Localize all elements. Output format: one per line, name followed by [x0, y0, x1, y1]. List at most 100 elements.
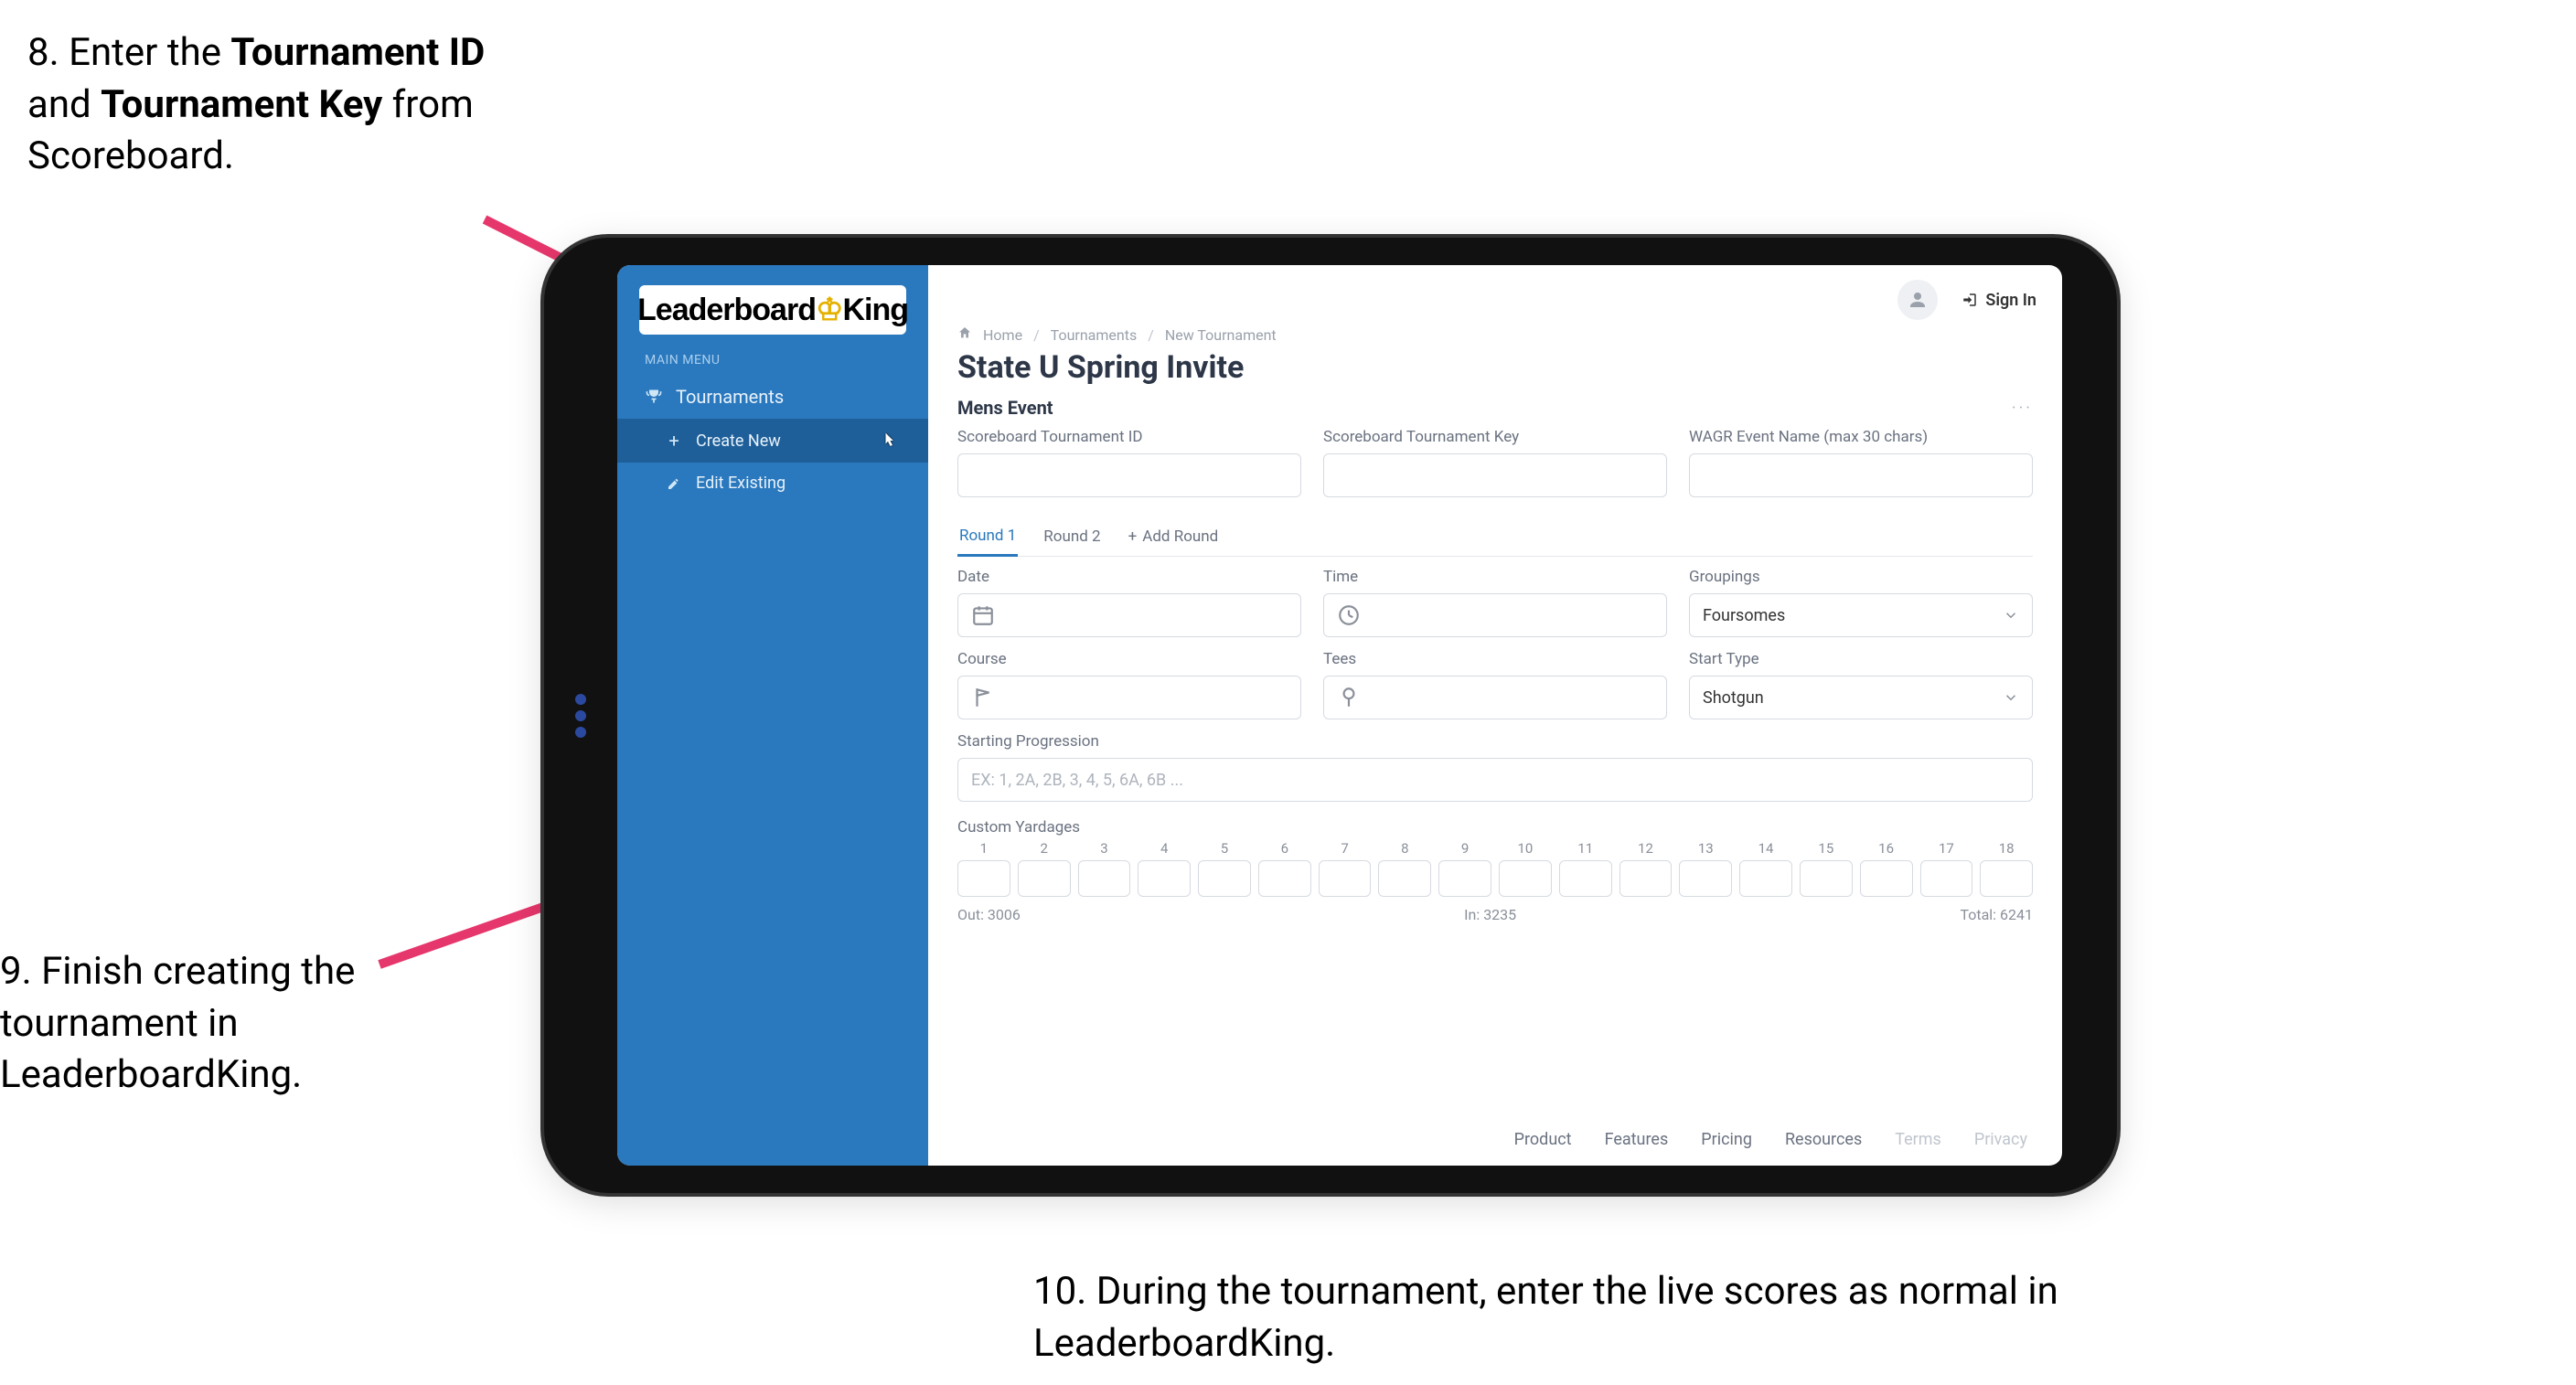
sign-in-label: Sign In	[1985, 291, 2036, 310]
field-label-time: Time	[1323, 568, 1667, 586]
plus-icon: +	[1128, 527, 1138, 546]
hole-yardage-input[interactable]	[1920, 860, 1973, 897]
hole-column: 5	[1198, 840, 1251, 897]
hole-column: 8	[1378, 840, 1431, 897]
breadcrumb-tournaments[interactable]: Tournaments	[1051, 326, 1138, 344]
hole-number: 4	[1160, 840, 1168, 857]
hole-yardage-input[interactable]	[1198, 860, 1251, 897]
hole-yardage-input[interactable]	[1860, 860, 1913, 897]
footer-link-pricing[interactable]: Pricing	[1701, 1130, 1752, 1149]
hole-column: 4	[1138, 840, 1191, 897]
date-input[interactable]	[957, 593, 1301, 637]
field-label-start-type: Start Type	[1689, 650, 2033, 668]
yardage-summary: Out: 3006 In: 3235 Total: 6241	[957, 906, 2033, 923]
course-input[interactable]	[957, 676, 1301, 719]
hole-column: 6	[1258, 840, 1311, 897]
hole-yardage-input[interactable]	[1138, 860, 1191, 897]
footer-links: Product Features Pricing Resources Terms…	[957, 1113, 2033, 1158]
yardage-holes-row: 123456789101112131415161718	[957, 840, 2033, 897]
hole-yardage-input[interactable]	[1319, 860, 1372, 897]
sign-in-button[interactable]: Sign In	[1961, 291, 2036, 310]
groupings-value: Foursomes	[1703, 606, 1785, 625]
top-bar: Sign In	[928, 265, 2062, 325]
breadcrumb: Home / Tournaments / New Tournament	[957, 325, 2033, 344]
tournament-key-input[interactable]	[1323, 453, 1667, 497]
annotation-step-9: 9. Finish creating the tournament in Lea…	[0, 946, 370, 1102]
field-label-date: Date	[957, 568, 1301, 586]
hole-yardage-input[interactable]	[1078, 860, 1131, 897]
plus-icon: +	[665, 430, 683, 452]
field-label-custom-yardages: Custom Yardages	[957, 818, 2033, 836]
hole-column: 13	[1679, 840, 1732, 897]
cursor-pointer-icon	[879, 431, 897, 450]
footer-link-product[interactable]: Product	[1514, 1130, 1572, 1149]
section-more-menu[interactable]: ···	[2012, 399, 2033, 418]
tablet-camera	[572, 688, 589, 743]
hole-yardage-input[interactable]	[1619, 860, 1673, 897]
tab-add-round[interactable]: + Add Round	[1127, 518, 1221, 555]
app-logo: Leaderboard♔King	[639, 285, 906, 335]
field-label-groupings: Groupings	[1689, 568, 2033, 586]
hole-column: 15	[1800, 840, 1853, 897]
hole-number: 16	[1878, 840, 1894, 857]
hole-number: 1	[980, 840, 988, 857]
hole-column: 14	[1739, 840, 1792, 897]
out-value: 3006	[988, 906, 1021, 923]
start-type-value: Shotgun	[1703, 688, 1764, 708]
tees-input[interactable]	[1323, 676, 1667, 719]
round-tabs: Round 1 Round 2 + Add Round	[957, 517, 2033, 557]
hole-yardage-input[interactable]	[1378, 860, 1431, 897]
page-title: State U Spring Invite	[957, 349, 2033, 386]
field-label-starting-progression: Starting Progression	[957, 732, 2033, 751]
hole-yardage-input[interactable]	[1559, 860, 1612, 897]
wagr-name-input[interactable]	[1689, 453, 2033, 497]
breadcrumb-home[interactable]: Home	[983, 326, 1022, 344]
in-label: In:	[1464, 906, 1480, 923]
field-label-tees: Tees	[1323, 650, 1667, 668]
chevron-down-icon	[2003, 607, 2019, 623]
hole-yardage-input[interactable]	[1739, 860, 1792, 897]
tablet-frame: Leaderboard♔King MAIN MENU Tournaments +…	[544, 238, 2117, 1193]
hole-number: 5	[1221, 840, 1228, 857]
tab-round-2[interactable]: Round 2	[1042, 518, 1102, 555]
hole-number: 18	[1999, 840, 2015, 857]
start-type-select[interactable]: Shotgun	[1689, 676, 2033, 719]
sidebar-item-label: Tournaments	[676, 386, 784, 408]
section-mens-event-label: Mens Event	[957, 397, 1053, 419]
hole-number: 13	[1698, 840, 1714, 857]
hole-number: 2	[1040, 840, 1047, 857]
hole-yardage-input[interactable]	[1800, 860, 1853, 897]
hole-yardage-input[interactable]	[1018, 860, 1071, 897]
starting-progression-input[interactable]: EX: 1, 2A, 2B, 3, 4, 5, 6A, 6B ...	[957, 758, 2033, 802]
hole-yardage-input[interactable]	[957, 860, 1010, 897]
footer-link-terms[interactable]: Terms	[1895, 1130, 1941, 1149]
hole-number: 11	[1577, 840, 1593, 857]
footer-link-resources[interactable]: Resources	[1785, 1130, 1862, 1149]
sidebar-item-edit-existing[interactable]: Edit Existing	[617, 463, 928, 504]
tournament-id-input[interactable]	[957, 453, 1301, 497]
logo-crown-icon: ♔	[816, 293, 842, 327]
avatar[interactable]	[1897, 280, 1938, 320]
hole-number: 10	[1517, 840, 1533, 857]
tab-round-1[interactable]: Round 1	[957, 517, 1018, 557]
hole-yardage-input[interactable]	[1679, 860, 1732, 897]
hole-yardage-input[interactable]	[1258, 860, 1311, 897]
time-input[interactable]	[1323, 593, 1667, 637]
trophy-icon	[645, 388, 663, 406]
tab-add-round-label: Add Round	[1142, 527, 1218, 546]
hole-column: 10	[1499, 840, 1552, 897]
hole-column: 1	[957, 840, 1010, 897]
footer-link-features[interactable]: Features	[1605, 1130, 1669, 1149]
hole-column: 12	[1619, 840, 1673, 897]
footer-link-privacy[interactable]: Privacy	[1974, 1130, 2027, 1149]
sidebar-item-tournaments[interactable]: Tournaments	[617, 375, 928, 419]
hole-yardage-input[interactable]	[1980, 860, 2033, 897]
hole-yardage-input[interactable]	[1438, 860, 1491, 897]
login-icon	[1961, 292, 1978, 308]
groupings-select[interactable]: Foursomes	[1689, 593, 2033, 637]
sidebar-item-create-new[interactable]: + Create New	[617, 419, 928, 463]
sidebar-section-label: MAIN MENU	[645, 353, 901, 368]
hole-number: 9	[1461, 840, 1469, 857]
hole-yardage-input[interactable]	[1499, 860, 1552, 897]
field-label-tid: Scoreboard Tournament ID	[957, 428, 1301, 446]
